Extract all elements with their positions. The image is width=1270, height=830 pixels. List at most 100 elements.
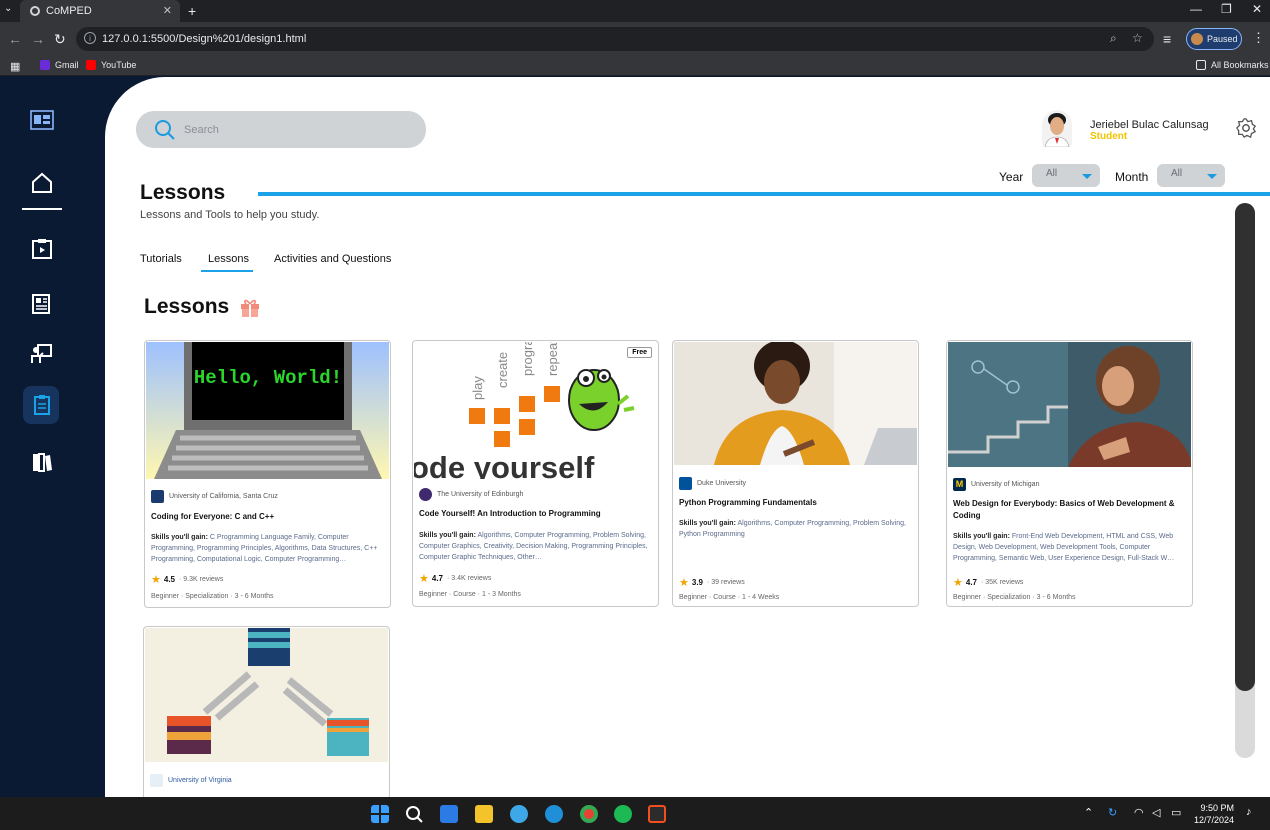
tab-search-chevron-icon[interactable]: ⌄ <box>4 3 12 14</box>
windows-start-icon[interactable] <box>371 805 389 823</box>
spotify-icon[interactable] <box>614 805 632 823</box>
notification-bell-icon[interactable]: ♪ <box>1246 806 1252 818</box>
year-select[interactable]: All <box>1032 164 1100 187</box>
year-label: Year <box>999 170 1024 184</box>
file-explorer-icon[interactable] <box>475 805 493 823</box>
org-name: University of California, Santa Cruz <box>169 493 278 500</box>
zoom-icon[interactable]: ⌕ <box>1110 31 1117 46</box>
skills-label: Skills you'll gain: <box>419 532 476 539</box>
site-info-icon[interactable]: i <box>84 32 96 44</box>
browser-tab[interactable]: CoMPED ✕ <box>20 0 180 22</box>
course-card[interactable]: Hello, World! University of California, … <box>144 340 391 608</box>
bookmark-label: Gmail <box>55 60 79 70</box>
course-card[interactable]: University of Virginia <box>143 626 390 797</box>
code-yourself-text: ode yourself <box>414 450 595 479</box>
address-bar[interactable]: i 127.0.0.1:5500/Design%201/design1.html… <box>76 27 1154 51</box>
free-badge: Free <box>627 347 652 358</box>
video-lessons-icon[interactable] <box>30 237 54 261</box>
yahoo-icon <box>40 60 50 70</box>
clipboard-lessons-icon[interactable] <box>30 393 54 417</box>
course-rating: ★ 4.5 · 9.3K reviews <box>151 573 223 586</box>
close-tab-icon[interactable]: ✕ <box>163 4 172 17</box>
word-create: create <box>495 352 510 388</box>
close-window-icon[interactable]: ✕ <box>1252 2 1262 16</box>
course-image: play create progra repeat ode yourself <box>414 342 657 479</box>
gear-icon[interactable] <box>1235 117 1257 139</box>
course-image <box>145 628 388 762</box>
news-icon[interactable] <box>30 292 54 316</box>
course-org: Duke University <box>679 477 746 490</box>
teacher-board-icon[interactable] <box>30 342 54 366</box>
store-icon[interactable] <box>440 805 458 823</box>
browser-toolbar: ← → ↻ i 127.0.0.1:5500/Design%201/design… <box>0 22 1270 56</box>
course-skills: Skills you'll gain: Algorithms, Computer… <box>679 518 912 542</box>
restore-icon[interactable]: ❐ <box>1221 2 1232 16</box>
cast-icon[interactable]: ≡ <box>1163 31 1171 47</box>
course-rating: ★ 4.7 · 35K reviews <box>953 576 1023 589</box>
bookmark-gmail[interactable]: Gmail <box>40 60 79 70</box>
gift-icon <box>241 299 259 317</box>
volume-icon[interactable]: ◁ <box>1152 806 1160 819</box>
course-card[interactable]: M University of Michigan Web Design for … <box>946 340 1193 607</box>
main-panel: Search Jeriebel Bulac Calunsag Student Y… <box>105 77 1270 797</box>
course-card[interactable]: play create progra repeat ode yourself F… <box>412 340 659 607</box>
course-image <box>948 342 1191 467</box>
course-image <box>674 342 917 465</box>
back-icon[interactable]: ← <box>8 31 22 47</box>
clock[interactable]: 9:50 PM 12/7/2024 <box>1194 802 1234 826</box>
menu-kebab-icon[interactable]: ⋮ <box>1252 30 1265 46</box>
reload-icon[interactable]: ↻ <box>54 31 66 48</box>
battery-icon[interactable]: ▭ <box>1171 806 1181 819</box>
scrollbar-thumb[interactable] <box>1235 203 1255 691</box>
rating-value: 3.9 <box>691 578 703 587</box>
minimize-icon[interactable]: — <box>1190 2 1202 16</box>
edinburgh-crest-icon <box>419 488 432 501</box>
review-count: · 9.3K reviews <box>179 576 224 583</box>
tab-tutorials[interactable]: Tutorials <box>140 253 182 265</box>
browser-tab-strip: ⌄ CoMPED ✕ + — ❐ ✕ <box>0 0 1270 22</box>
chrome-icon[interactable] <box>580 805 598 823</box>
new-tab-icon[interactable]: + <box>188 3 196 19</box>
figma-icon[interactable] <box>648 805 666 823</box>
wifi-icon[interactable]: ◠ <box>1134 806 1144 819</box>
word-repeat: repeat <box>545 342 560 376</box>
forward-icon[interactable]: → <box>31 31 45 47</box>
sync-icon[interactable]: ↻ <box>1108 806 1117 819</box>
course-skills: Skills you'll gain: Algorithms, Computer… <box>419 530 652 563</box>
library-books-icon[interactable] <box>30 450 54 474</box>
month-select[interactable]: All <box>1157 164 1225 187</box>
edge-icon[interactable] <box>545 805 563 823</box>
home-icon[interactable] <box>30 171 54 195</box>
star-icon: ★ <box>953 577 963 589</box>
search-icon[interactable] <box>405 805 423 823</box>
year-value: All <box>1046 168 1058 179</box>
avatar[interactable] <box>1042 110 1072 147</box>
tab-activities-and-questions[interactable]: Activities and Questions <box>274 253 391 265</box>
course-title: Code Yourself! An Introduction to Progra… <box>419 509 601 518</box>
skills-label: Skills you'll gain: <box>953 533 1010 540</box>
search-input[interactable]: Search <box>136 111 426 148</box>
all-bookmarks[interactable]: All Bookmarks <box>1196 60 1269 70</box>
show-hidden-icons[interactable]: ⌃ <box>1084 806 1093 819</box>
duke-logo-icon <box>679 477 692 490</box>
skills-label: Skills you'll gain: <box>151 534 208 541</box>
taskbar: ⌃ ↻ ◠ ◁ ▭ 9:50 PM 12/7/2024 ♪ <box>0 797 1270 830</box>
star-icon: ★ <box>679 577 689 589</box>
chevron-down-icon <box>1082 174 1092 179</box>
michigan-logo-icon: M <box>953 478 966 491</box>
tab-lessons[interactable]: Lessons <box>208 253 249 265</box>
course-card[interactable]: Duke University Python Programming Funda… <box>672 340 919 607</box>
course-org: The University of Edinburgh <box>419 488 523 501</box>
bookmark-star-icon[interactable]: ☆ <box>1132 31 1143 45</box>
course-meta: Beginner · Course · 1 - 3 Months <box>419 591 521 598</box>
profile-button[interactable]: Paused <box>1186 28 1242 50</box>
weather-icon[interactable] <box>510 805 528 823</box>
course-meta: Beginner · Course · 1 - 4 Weeks <box>679 594 780 601</box>
app-logo-icon[interactable] <box>30 108 54 132</box>
bookmark-youtube[interactable]: YouTube <box>86 60 136 70</box>
org-name: Duke University <box>697 480 747 487</box>
course-title: Web Design for Everybody: Basics of Web … <box>953 499 1175 520</box>
tab-title: CoMPED <box>46 5 92 17</box>
word-program: progra <box>520 342 535 376</box>
apps-grid-icon[interactable]: ▦ <box>10 60 20 73</box>
